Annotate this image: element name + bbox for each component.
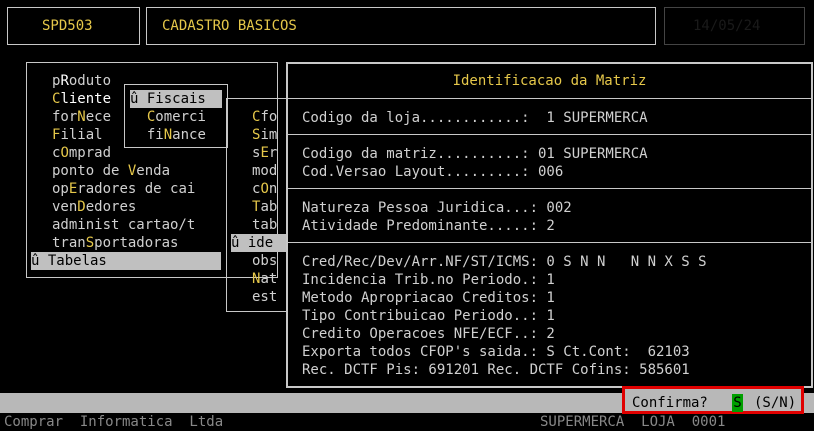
- header-box-3: 14/05/24: [664, 7, 805, 45]
- table-item-mod[interactable]: mod: [252, 162, 277, 180]
- menu-item-tabelas[interactable]: û Tabelas: [31, 252, 221, 270]
- table-item-con[interactable]: cOn: [252, 180, 277, 198]
- table-item-obs[interactable]: obs: [252, 252, 277, 270]
- footer-left: Comprar Informatica Ltda: [4, 414, 224, 430]
- menu-item-vendedores[interactable]: venDedores: [52, 198, 136, 216]
- confirm-options: (S/N): [754, 395, 797, 411]
- divider-2: [288, 134, 811, 135]
- field-codigo-loja[interactable]: Codigo da loja............: 1 SUPERMERCA: [302, 109, 648, 127]
- field-natureza-pj[interactable]: Natureza Pessoa Juridica...: 002: [302, 199, 572, 217]
- field-versao-layout[interactable]: Cod.Versao Layout.........: 006: [302, 163, 563, 181]
- field-incidencia[interactable]: Incidencia Trib.no Periodo.: 1: [302, 271, 555, 289]
- confirm-label: Confirma?: [632, 395, 708, 411]
- menu-item-transportadoras[interactable]: tranSportadoras: [52, 234, 178, 252]
- menu-item-produto[interactable]: pRoduto: [52, 72, 111, 90]
- field-atividade[interactable]: Atividade Predominante.....: 2: [302, 217, 555, 235]
- screen-title-box: CADASTRO BASICOS: [146, 7, 656, 45]
- submenu-item-financeiro[interactable]: fiNance: [130, 126, 206, 144]
- divider-1: [288, 98, 811, 99]
- table-item-est[interactable]: est: [252, 288, 277, 306]
- menu-item-filial[interactable]: Filial: [52, 126, 103, 144]
- field-codigo-matriz[interactable]: Codigo da matriz..........: 01 SUPERMERC…: [302, 145, 648, 163]
- program-code-box: SPD503: [7, 7, 140, 45]
- confirm-prompt[interactable]: Confirma? S (S/N): [622, 386, 804, 414]
- table-item-tab-1[interactable]: Tab: [252, 198, 277, 216]
- field-exporta-cfop[interactable]: Exporta todos CFOP's saida.: S Ct.Cont: …: [302, 343, 690, 361]
- field-tipo-contribuicao[interactable]: Tipo Contribuicao Periodo..: 1: [302, 307, 555, 325]
- dialog-title: Identificacao da Matriz: [452, 73, 647, 89]
- field-rec-dctf[interactable]: Rec. DCTF Pis: 691201 Rec. DCTF Cofins: …: [302, 361, 690, 379]
- table-item-tab-2[interactable]: tab: [252, 216, 277, 234]
- table-item-ide[interactable]: û ide: [231, 234, 286, 252]
- submenu-item-fiscais[interactable]: û Fiscais: [130, 90, 222, 108]
- matriz-dialog: Identificacao da Matriz Codigo da loja..…: [286, 62, 813, 388]
- field-credito-nfe[interactable]: Credito Operacoes NFE/ECF..: 2: [302, 325, 555, 343]
- menu-item-administ[interactable]: administ cartao/t: [52, 216, 195, 234]
- menu-item-comprador[interactable]: cOmprad: [52, 144, 111, 162]
- menu-item-fornecedor[interactable]: forNece: [52, 108, 111, 126]
- menu-item-operadores[interactable]: opEradores de cai: [52, 180, 195, 198]
- divider-3: [288, 188, 811, 189]
- field-metodo[interactable]: Metodo Apropriacao Creditos: 1: [302, 289, 555, 307]
- menu-item-ponto-venda[interactable]: ponto de Venda: [52, 162, 170, 180]
- table-item-cfo[interactable]: Cfo: [252, 108, 277, 126]
- divider-4: [288, 242, 811, 243]
- screen-title: CADASTRO BASICOS: [162, 18, 297, 34]
- menu-item-cliente[interactable]: Cliente: [52, 90, 111, 108]
- field-cred-rec[interactable]: Cred/Rec/Dev/Arr.NF/ST/ICMS: 0 S N N N N…: [302, 253, 707, 271]
- program-code: SPD503: [42, 18, 93, 34]
- table-item-ser[interactable]: sEr: [252, 144, 277, 162]
- table-item-nat[interactable]: Nat: [252, 270, 277, 288]
- confirm-value[interactable]: S: [732, 394, 743, 412]
- table-item-sim[interactable]: Sim: [252, 126, 277, 144]
- footer-right: SUPERMERCA LOJA 0001: [540, 414, 726, 430]
- header-date: 14/05/24: [693, 18, 761, 34]
- submenu-item-comercial[interactable]: Comerci: [130, 108, 206, 126]
